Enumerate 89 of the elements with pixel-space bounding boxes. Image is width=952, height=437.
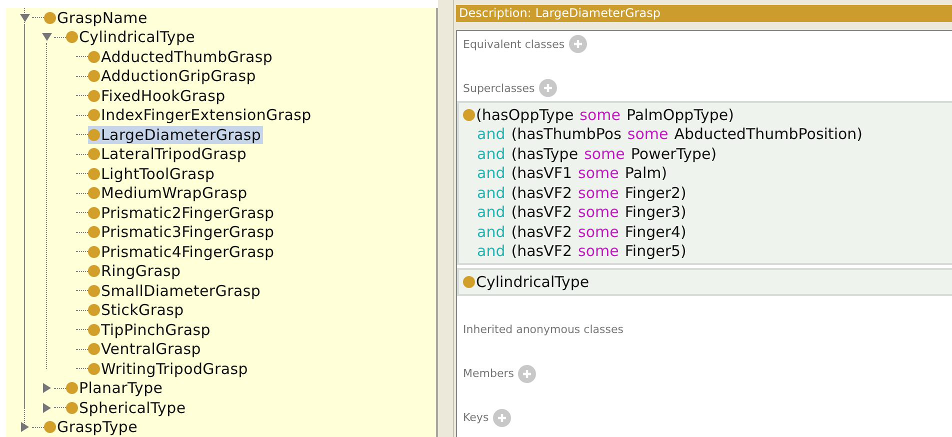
tree-item[interactable]: VentralGrasp	[88, 340, 203, 358]
expand-right-icon[interactable]	[20, 422, 30, 432]
expression-text: PowerType)	[630, 144, 717, 163]
expression-text: AbductedThumbPosition)	[674, 125, 863, 144]
keyword-text: and	[477, 144, 506, 163]
keyword-text: some	[580, 106, 621, 124]
tree-item[interactable]: WritingTripodGrasp	[88, 360, 250, 378]
class-icon	[88, 187, 100, 200]
tree-item[interactable]: SphericalType	[66, 398, 188, 417]
expand-down-icon[interactable]	[42, 32, 52, 42]
section-label: Members	[463, 367, 514, 380]
tree-item[interactable]: Prismatic3FingerGrasp	[88, 223, 276, 242]
expression-text: (hasVF2	[511, 242, 572, 260]
tree-item[interactable]: SmallDiameterGrasp	[88, 282, 263, 300]
tree-item[interactable]: PlanarType	[66, 379, 165, 398]
keyword-text: some	[578, 164, 619, 182]
expression-text: Finger3)	[624, 203, 686, 222]
class-icon	[88, 148, 100, 160]
class-icon	[44, 421, 56, 434]
class-icon	[88, 90, 100, 102]
class-icon	[88, 206, 100, 219]
section-label: Inherited anonymous classes	[463, 323, 624, 336]
tree-item[interactable]: LateralTripodGrasp	[88, 145, 249, 164]
tree-item[interactable]: RingGrasp	[88, 262, 183, 280]
tree-item[interactable]: Prismatic4FingerGrasp	[88, 242, 276, 261]
class-icon	[44, 12, 56, 24]
keyword-text: and	[477, 203, 506, 222]
expression-text: Finger2)	[624, 184, 686, 202]
class-icon	[88, 265, 100, 278]
keyword-text: and	[477, 184, 506, 202]
expression-text: (hasVF2	[511, 184, 572, 202]
class-icon	[88, 246, 100, 258]
tree-item[interactable]: FixedHookGrasp	[88, 86, 228, 105]
tree-item[interactable]: LargeDiameterGrasp	[88, 126, 264, 144]
expand-down-icon[interactable]	[20, 12, 30, 23]
expand-right-icon[interactable]	[42, 402, 52, 413]
tree-item[interactable]: TipPinchGrasp	[88, 320, 212, 339]
keyword-text: some	[627, 125, 668, 144]
tree-item[interactable]: LightToolGrasp	[88, 164, 217, 183]
keyword-text: and	[477, 242, 506, 260]
expression-text: Finger4)	[624, 222, 686, 241]
class-icon	[88, 226, 100, 238]
keyword-text: some	[584, 144, 625, 163]
class-icon	[88, 168, 100, 180]
class-icon	[88, 50, 100, 63]
expression-text: (hasOppType	[476, 106, 574, 124]
expression-text: (hasVF1	[511, 164, 572, 182]
tree-item[interactable]: StickGrasp	[88, 301, 186, 320]
section-label: Superclasses	[463, 82, 535, 94]
tree-item[interactable]: Prismatic2FingerGrasp	[88, 204, 276, 222]
expression-text: Palm)	[624, 164, 668, 182]
keyword-text: and	[477, 125, 506, 144]
tree-item[interactable]: AdductionGripGrasp	[88, 67, 258, 86]
keyword-text: some	[578, 242, 619, 260]
expand-right-icon[interactable]	[42, 383, 52, 394]
class-icon	[463, 276, 475, 288]
tree-item[interactable]: GraspType	[44, 418, 140, 436]
tree-item[interactable]: CylindricalType	[66, 28, 198, 46]
class-icon	[88, 284, 100, 297]
class-icon	[88, 70, 100, 82]
expression-text: (hasType	[511, 144, 578, 163]
class-icon	[88, 128, 100, 141]
section-label: Keys	[463, 411, 489, 424]
description-header: Description: LargeDiameterGrasp	[456, 5, 952, 22]
keyword-text: some	[578, 203, 619, 222]
section-label: Equivalent classes	[463, 38, 565, 50]
tree-item[interactable]: AdductedThumbGrasp	[88, 48, 275, 66]
tree-item[interactable]: MediumWrapGrasp	[88, 184, 250, 202]
class-icon	[88, 343, 100, 356]
keyword-text: and	[477, 222, 506, 241]
expression-text: (hasVF2	[511, 203, 572, 222]
class-icon	[66, 382, 78, 394]
class-icon	[66, 31, 78, 44]
tree-item[interactable]: GraspName	[44, 8, 150, 27]
keyword-text: and	[477, 164, 506, 182]
expression-text: Finger5)	[624, 242, 686, 260]
class-icon	[88, 362, 100, 375]
keyword-text: some	[578, 222, 619, 241]
keyword-text: some	[578, 184, 619, 202]
expression-text: (hasVF2	[511, 222, 572, 241]
class-icon	[463, 108, 475, 121]
tree-item[interactable]: IndexFingerExtensionGrasp	[88, 106, 314, 124]
class-icon	[88, 324, 100, 336]
expression-text: CylindricalType	[476, 272, 590, 291]
class-icon	[88, 109, 100, 122]
class-icon	[66, 402, 78, 414]
expression-text: (hasThumbPos	[511, 125, 622, 144]
expression-text: PalmOppType)	[626, 106, 734, 124]
class-icon	[88, 304, 100, 316]
